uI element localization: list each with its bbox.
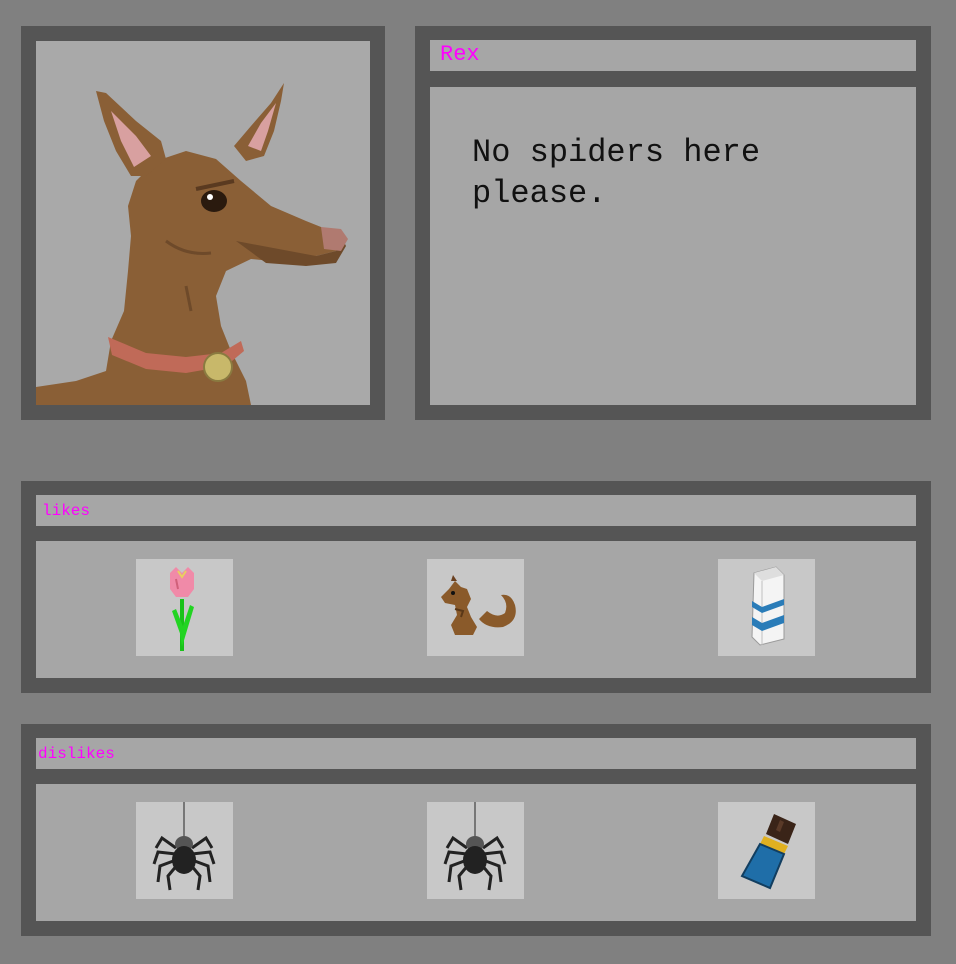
like-item-squirrel[interactable] xyxy=(427,559,524,656)
likes-title: likes xyxy=(42,502,91,520)
dialog-frame: Rex No spiders here please. xyxy=(415,26,931,420)
portrait-panel xyxy=(36,41,370,405)
chocolate-bar-icon xyxy=(740,814,796,890)
portrait-frame xyxy=(21,26,385,420)
dialog-box: No spiders here please. xyxy=(430,87,916,405)
dislikes-list xyxy=(36,784,916,921)
dialog-text: No spiders here please. xyxy=(472,134,761,212)
deer-portrait-icon xyxy=(36,83,348,405)
spider-icon xyxy=(152,802,216,891)
likes-header: likes xyxy=(36,495,916,526)
tulip-icon xyxy=(170,567,194,651)
squirrel-icon xyxy=(441,575,516,635)
dislikes-header: dislikes xyxy=(36,738,916,769)
character-name: Rex xyxy=(440,42,480,67)
dislike-item-spider-2[interactable] xyxy=(427,802,524,899)
dislikes-title: dislikes xyxy=(38,745,115,763)
milk-carton-icon xyxy=(751,566,785,646)
dislike-item-chocolate[interactable] xyxy=(718,802,815,899)
likes-frame: likes xyxy=(21,481,931,693)
dislikes-frame: dislikes xyxy=(21,724,931,936)
like-item-tulip[interactable] xyxy=(136,559,233,656)
dislike-item-spider-1[interactable] xyxy=(136,802,233,899)
spider-icon xyxy=(443,802,507,891)
like-item-milk[interactable] xyxy=(718,559,815,656)
likes-list xyxy=(36,541,916,678)
name-bar: Rex xyxy=(430,40,916,71)
